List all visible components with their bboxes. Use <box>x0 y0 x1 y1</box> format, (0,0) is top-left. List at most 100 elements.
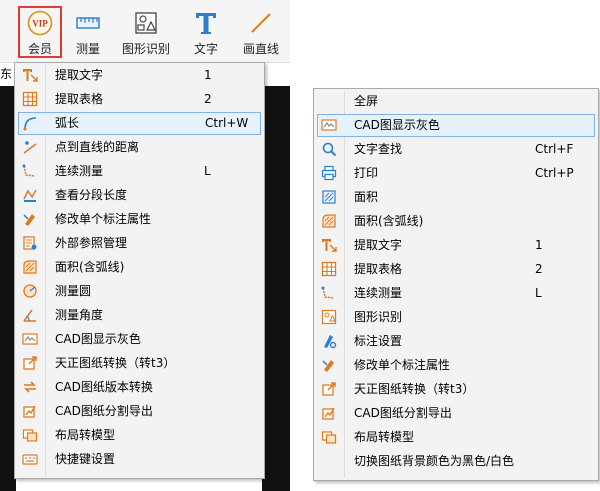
draw-line-button[interactable]: 画直线 <box>236 4 286 58</box>
measure-button[interactable]: 测量 <box>68 4 108 58</box>
text-button[interactable]: 文字 <box>186 4 226 58</box>
menu-item-shortcut-settings[interactable]: 快捷键设置 <box>18 448 261 471</box>
menu-item-label: 修改单个标注属性 <box>354 358 451 372</box>
menu-item-extract-text[interactable]: 提取文字 1 <box>317 234 595 257</box>
menu-item-label: 面积 <box>354 190 379 204</box>
menu-item-label: 外部参照管理 <box>55 236 128 250</box>
edit-dimension-icon <box>322 360 334 372</box>
layout-model-icon <box>321 431 337 444</box>
keyboard-icon <box>22 454 38 465</box>
menu-item-shortcut: L <box>204 164 211 178</box>
text-label: 文字 <box>193 42 218 56</box>
menu-item-cad-gray[interactable]: CAD图显示灰色 <box>317 114 595 137</box>
arc-icon <box>23 117 37 131</box>
layout-model-icon <box>22 429 38 442</box>
measure-label: 测量 <box>75 42 100 56</box>
menu-item-split-export[interactable]: CAD图纸分割导出 <box>18 400 261 423</box>
xref-icon <box>23 236 37 250</box>
menu-item-label: 布局转模型 <box>354 430 415 444</box>
circle-measure-icon <box>23 284 37 298</box>
menu-item-fullscreen[interactable]: 全屏 <box>317 90 595 113</box>
shape-recognition-button[interactable]: 图形识别 <box>116 4 176 58</box>
menu-item-label: 文字查找 <box>354 142 403 156</box>
menu-item-shortcut: Ctrl+W <box>205 116 249 130</box>
menu-item-xref-manage[interactable]: 外部参照管理 <box>18 232 261 255</box>
table-icon <box>321 261 337 277</box>
menu-item-label: 标注设置 <box>354 334 403 348</box>
menu-item-area-arc[interactable]: 面积(含弧线) <box>18 256 261 279</box>
menu-item-shortcut: Ctrl+P <box>535 166 574 180</box>
left-context-menu: 提取文字 1 提取表格 2 弧长 Ctrl+W 点到直线的距离 连续测量 L 查… <box>14 62 265 479</box>
polyline-icon <box>22 164 36 177</box>
menu-item-area[interactable]: 面积 <box>317 186 595 209</box>
menu-item-label: 修改单个标注属性 <box>55 212 152 226</box>
right-context-menu: 全屏 CAD图显示灰色 文字查找 Ctrl+F 打印 Ctrl+P 面积 面积(… <box>313 88 599 481</box>
menu-item-label: 弧长 <box>55 116 80 130</box>
edit-dimension-icon <box>23 214 35 226</box>
menu-item-label: 提取表格 <box>354 262 403 276</box>
menu-item-point-line-distance[interactable]: 点到直线的距离 <box>18 136 261 159</box>
menu-item-shape-recognition[interactable]: 图形识别 <box>317 306 595 329</box>
menu-item-tangent-convert[interactable]: 天正图纸转换（转t3） <box>18 352 261 375</box>
menu-item-shortcut: Ctrl+F <box>535 142 574 156</box>
menu-item-layout-to-model[interactable]: 布局转模型 <box>18 424 261 447</box>
area-icon <box>322 190 336 204</box>
menu-item-label: 面积(含弧线) <box>354 214 424 228</box>
menu-item-toggle-background[interactable]: 切换图纸背景颜色为黑色/白色 <box>317 450 595 473</box>
shape-recognition-label: 图形识别 <box>121 42 170 56</box>
menu-item-measure-circle[interactable]: 测量圆 <box>18 280 261 303</box>
menu-item-label: 打印 <box>354 166 379 180</box>
menu-item-edit-dimension[interactable]: 修改单个标注属性 <box>317 354 595 377</box>
search-icon <box>322 142 337 157</box>
menu-item-tangent-convert[interactable]: 天正图纸转换（转t3） <box>317 378 595 401</box>
menu-item-label: 提取表格 <box>55 92 104 106</box>
menu-item-edit-dimension[interactable]: 修改单个标注属性 <box>18 208 261 231</box>
menu-item-dimension-settings[interactable]: 标注设置 <box>317 330 595 353</box>
menu-item-shortcut: 2 <box>535 262 543 276</box>
convert-export-icon <box>322 382 336 396</box>
menu-item-arc-length[interactable]: 弧长 Ctrl+W <box>18 112 261 135</box>
menu-item-segment-length[interactable]: 查看分段长度 <box>18 184 261 207</box>
cad-gray-icon <box>22 333 38 345</box>
extract-text-icon <box>322 239 337 252</box>
menu-item-continuous-measure[interactable]: 连续测量 L <box>18 160 261 183</box>
menu-item-label: 天正图纸转换（转t3） <box>55 356 176 370</box>
menu-item-shortcut: 2 <box>204 92 212 106</box>
menu-item-label: 切换图纸背景颜色为黑色/白色 <box>354 454 515 468</box>
menu-item-label: 提取文字 <box>354 238 403 252</box>
menu-item-measure-angle[interactable]: 测量角度 <box>18 304 261 327</box>
split-export-icon <box>23 405 36 418</box>
menu-item-split-export[interactable]: CAD图纸分割导出 <box>317 402 595 425</box>
menu-item-cad-gray[interactable]: CAD图显示灰色 <box>18 328 261 351</box>
point-line-icon <box>23 141 37 154</box>
drawing-canvas-right <box>262 86 290 491</box>
menu-item-label: CAD图显示灰色 <box>354 118 440 132</box>
segment-length-icon <box>23 189 37 202</box>
version-convert-icon <box>24 381 36 393</box>
menu-item-shortcut: 1 <box>204 68 212 82</box>
menu-item-extract-text[interactable]: 提取文字 1 <box>18 64 261 87</box>
menu-item-print[interactable]: 打印 Ctrl+P <box>317 162 595 185</box>
menu-item-label: 天正图纸转换（转t3） <box>354 382 475 396</box>
menu-item-label: 全屏 <box>354 94 379 108</box>
menu-item-version-convert[interactable]: CAD图纸版本转换 <box>18 376 261 399</box>
menu-item-find-text[interactable]: 文字查找 Ctrl+F <box>317 138 595 161</box>
toolbar: VIP 会员 测量 图形识别 文字 画直线 <box>0 0 290 63</box>
menu-item-label: 快捷键设置 <box>55 452 116 466</box>
menu-item-area-arc[interactable]: 面积(含弧线) <box>317 210 595 233</box>
convert-export-icon <box>23 356 37 370</box>
area-arc-icon <box>23 260 37 274</box>
menu-item-label: 测量圆 <box>55 284 92 298</box>
extract-text-icon <box>23 69 38 82</box>
menu-item-extract-table[interactable]: 提取表格 2 <box>18 88 261 111</box>
split-export-icon <box>322 407 335 420</box>
menu-item-extract-table[interactable]: 提取表格 2 <box>317 258 595 281</box>
cad-gray-icon <box>321 119 337 131</box>
menu-item-label: 连续测量 <box>55 164 104 178</box>
menu-item-layout-to-model[interactable]: 布局转模型 <box>317 426 595 449</box>
draw-line-label: 画直线 <box>242 42 279 56</box>
menu-item-continuous-measure[interactable]: 连续测量 L <box>317 282 595 305</box>
polyline-icon <box>321 286 335 299</box>
area-arc-icon <box>322 214 336 228</box>
menu-item-label: CAD图纸分割导出 <box>55 404 153 418</box>
